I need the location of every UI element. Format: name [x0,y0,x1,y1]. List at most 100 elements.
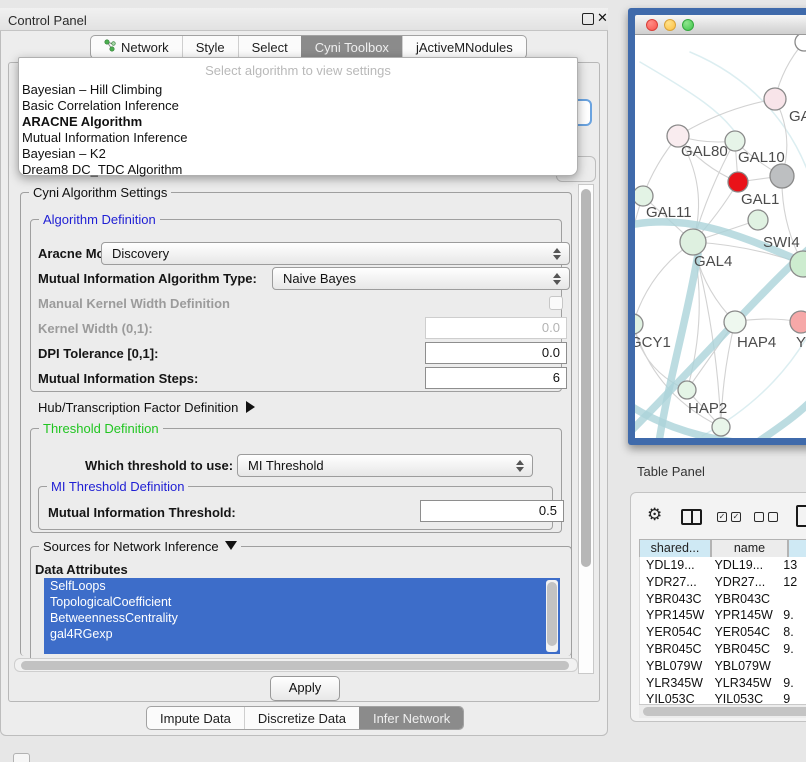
gear-icon[interactable]: ⚙ [647,505,662,525]
settings-horizontal-scrollbar-thumb[interactable] [21,661,569,670]
deselect-all-checks-icon[interactable] [754,512,778,522]
hub-definition-label: Hub/Transcription Factor Definition [38,400,238,415]
table-row[interactable]: YBR043CYBR043C [640,591,806,608]
tab-jactivemnodules[interactable]: jActiveMNodules [402,36,526,58]
tab-select[interactable]: Select [238,36,301,58]
data-attribute-item[interactable]: gal4RGexp [44,626,560,642]
table-row[interactable]: YDR27...YDR27...12 [640,574,806,591]
tab-infer-network[interactable]: Infer Network [359,707,463,729]
table-column-header[interactable]: shared... [639,539,711,558]
split-columns-icon[interactable] [681,509,702,525]
network-node-gal1[interactable] [728,172,748,192]
bottom-tabbar: Impute Data Discretize Data Infer Network [146,706,464,730]
document-icon[interactable] [796,505,806,527]
hub-definition-toggle[interactable]: Hub/Transcription Factor Definition [38,400,255,415]
table-body[interactable]: YDL19...YDL19...13YDR27...YDR27...12YBR0… [639,557,806,704]
algorithm-option[interactable]: ARACNE Algorithm [19,114,577,130]
network-node-swi4[interactable] [748,210,768,230]
tab-impute-data[interactable]: Impute Data [147,707,244,729]
algorithm-option[interactable]: Dream8 DC_TDC Algorithm [19,162,577,178]
network-node-label: HAP4 [737,334,776,351]
close-traffic-light-icon[interactable] [646,19,658,31]
network-node-gcy1[interactable] [635,314,643,334]
table-horizontal-scrollbar-thumb[interactable] [643,707,806,716]
attr-list-scrollbar[interactable] [546,580,558,652]
algorithm-option[interactable]: Bayesian – Hill Climbing [19,82,577,98]
close-icon[interactable]: ✕ [597,10,608,26]
network-node[interactable] [770,164,794,188]
network-node-label: HAP2 [688,400,727,417]
tab-label: Discretize Data [258,711,346,726]
algorithm-option[interactable]: Mutual Information Inference [19,130,577,146]
manual-kernel-checkbox[interactable] [549,296,563,310]
network-node-gal11[interactable] [635,186,653,206]
network-node[interactable] [795,35,806,51]
tab-discretize-data[interactable]: Discretize Data [244,707,359,729]
network-node-hap2[interactable] [678,381,696,399]
network-node-gal10[interactable] [725,131,745,151]
mi-threshold-field[interactable]: 0.5 [420,500,564,522]
algorithm-option[interactable]: Bayesian – K2 [19,146,577,162]
which-threshold-combo[interactable]: MI Threshold [237,454,533,477]
aracne-mode-combo[interactable]: Discovery [101,242,570,265]
mi-steps-label: Mutual Information Steps: [38,371,198,386]
tab-network[interactable]: Network [91,36,182,58]
table-row[interactable]: YPR145WYPR145W9. [640,607,806,624]
float-window-icon[interactable] [582,13,594,25]
control-panel-titlebar[interactable] [0,8,608,31]
network-node-y[interactable] [790,311,806,333]
network-view-frame[interactable]: GALGAL80GAL10GAL1GAL11SWI4GAL4GCY1HAP4YH… [628,8,806,445]
apply-button[interactable]: Apply [270,676,340,701]
aracne-mode-value: Discovery [102,246,549,261]
table-column-header[interactable]: name [711,539,788,558]
table-column-header[interactable] [788,539,806,558]
table-row[interactable]: YBL079WYBL079W [640,658,806,675]
table-row[interactable]: YDL19...YDL19...13 [640,557,806,574]
select-all-checks-icon[interactable]: ✓✓ [717,512,741,522]
tab-cyni-toolbox[interactable]: Cyni Toolbox [301,36,402,58]
table-cell: YIL053C [640,691,708,704]
corner-partial-button[interactable] [13,753,30,762]
manual-kernel-label: Manual Kernel Width Definition [38,296,230,311]
attr-list-scrollbar-thumb[interactable] [547,582,557,646]
settings-vertical-scrollbar-thumb[interactable] [581,189,591,567]
mi-type-combo[interactable]: Naive Bayes [272,267,570,290]
table-row[interactable]: YLR345WYLR345W9. [640,675,806,692]
settings-vertical-scrollbar[interactable] [578,184,594,674]
network-view-titlebar[interactable] [635,15,806,35]
network-node-gal[interactable] [764,88,786,110]
table-header-row[interactable]: shared...name [639,539,806,558]
settings-horizontal-scrollbar[interactable] [14,658,578,672]
data-attribute-item[interactable]: TopologicalCoefficient [44,594,560,610]
data-attribute-item[interactable]: BetweennessCentrality [44,610,560,626]
sources-title-text: Sources for Network Inference [43,539,219,554]
data-attributes-label: Data Attributes [35,562,128,577]
data-attributes-list[interactable]: SelfLoopsTopologicalCoefficientBetweenne… [44,578,560,654]
network-node[interactable] [712,418,730,436]
table-row[interactable]: YER054CYER054C8. [640,624,806,641]
dpi-tolerance-field[interactable]: 0.0 [425,342,567,364]
table-cell: YBR045C [708,641,781,658]
network-graph[interactable]: GALGAL80GAL10GAL1GAL11SWI4GAL4GCY1HAP4YH… [635,35,806,438]
network-graph-icon [104,39,116,55]
data-attribute-item[interactable]: SelfLoops [44,578,560,594]
network-node-label: Y [796,334,806,351]
table-cell: YBL079W [640,658,708,675]
table-row[interactable]: YBR045CYBR045C9. [640,641,806,658]
table-row[interactable]: YIL053CYIL053C9 [640,691,806,704]
table-cell: YBR045C [640,641,708,658]
dpi-tolerance-label: DPI Tolerance [0,1]: [38,346,158,361]
zoom-traffic-light-icon[interactable] [682,19,694,31]
algorithm-option[interactable]: Basic Correlation Inference [19,98,577,114]
kernel-width-label: Kernel Width (0,1): [38,321,153,336]
minimize-traffic-light-icon[interactable] [664,19,676,31]
network-canvas[interactable]: GALGAL80GAL10GAL1GAL11SWI4GAL4GCY1HAP4YH… [635,35,806,438]
network-node-label: GCY1 [635,334,671,351]
network-node-label: GAL4 [694,253,732,270]
kernel-width-field[interactable]: 0.0 [425,317,567,339]
network-node-gal4[interactable] [680,229,706,255]
network-node-hap4[interactable] [724,311,746,333]
mi-steps-field[interactable]: 6 [425,367,567,389]
tab-style[interactable]: Style [182,36,238,58]
table-horizontal-scrollbar[interactable] [639,704,806,718]
